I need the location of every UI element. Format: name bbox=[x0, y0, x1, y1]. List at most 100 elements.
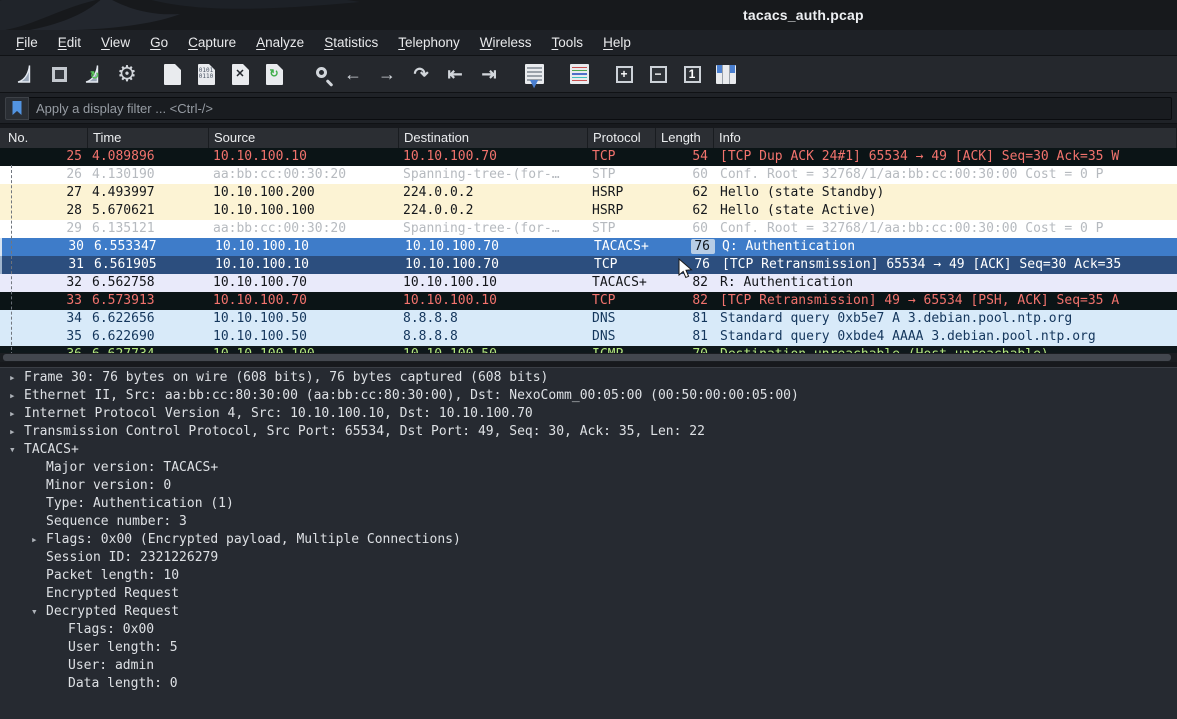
start-capture-button[interactable] bbox=[11, 60, 39, 88]
cell-time: 6.562758 bbox=[88, 274, 209, 292]
menu-statistics[interactable]: Statistics bbox=[314, 30, 388, 56]
cell-destination: 8.8.8.8 bbox=[399, 310, 588, 328]
go-back-icon: ← bbox=[344, 65, 362, 83]
go-last-packet-button[interactable]: ⇥ bbox=[475, 60, 503, 88]
menu-file[interactable]: File bbox=[6, 30, 48, 56]
column-header-source[interactable]: Source bbox=[209, 128, 399, 148]
go-first-packet-button[interactable]: ⇤ bbox=[441, 60, 469, 88]
reload-file-button[interactable]: ↻ bbox=[260, 60, 288, 88]
menu-help[interactable]: Help bbox=[593, 30, 641, 56]
detail-line-text: Ethernet II, Src: aa:bb:cc:80:30:00 (aa:… bbox=[24, 388, 799, 403]
bookmark-icon[interactable] bbox=[5, 97, 29, 120]
auto-scroll-button[interactable]: ▼ bbox=[520, 60, 548, 88]
detail-line-9[interactable]: ▸Flags: 0x00 (Encrypted payload, Multipl… bbox=[0, 531, 1177, 549]
cell-time: 6.622690 bbox=[88, 328, 209, 346]
zoom-out-button[interactable]: − bbox=[644, 60, 672, 88]
detail-line-text: TACACS+ bbox=[24, 442, 79, 457]
menu-edit[interactable]: Edit bbox=[48, 30, 91, 56]
expanded-arrow-icon[interactable]: ▾ bbox=[9, 441, 16, 459]
related-packet-guides bbox=[11, 165, 12, 353]
packet-row-29[interactable]: 296.135121aa:bb:cc:00:30:20Spanning-tree… bbox=[0, 220, 1177, 238]
colorize-packets-button[interactable] bbox=[565, 60, 593, 88]
menu-analyze[interactable]: Analyze bbox=[246, 30, 314, 56]
close-file-button[interactable]: ✕ bbox=[226, 60, 254, 88]
go-to-packet-button[interactable]: ↷ bbox=[407, 60, 435, 88]
expanded-arrow-icon[interactable]: ▾ bbox=[31, 603, 38, 621]
detail-line-16[interactable]: User: admin bbox=[0, 657, 1177, 675]
packet-row-34[interactable]: 346.62265610.10.100.508.8.8.8DNS81Standa… bbox=[0, 310, 1177, 328]
cell-length: 62 bbox=[656, 202, 714, 220]
menu-view[interactable]: View bbox=[91, 30, 140, 56]
resize-columns-button[interactable] bbox=[712, 60, 740, 88]
detail-line-3[interactable]: ▸Transmission Control Protocol, Src Port… bbox=[0, 423, 1177, 441]
packet-row-36[interactable]: 366.62773410.10.100.10010.10.100.50ICMP7… bbox=[0, 346, 1177, 353]
packet-row-27[interactable]: 274.49399710.10.100.200224.0.0.2HSRP62He… bbox=[0, 184, 1177, 202]
packet-row-33[interactable]: 336.57391310.10.100.7010.10.100.10TCP82[… bbox=[0, 292, 1177, 310]
detail-line-1[interactable]: ▸ Ethernet II, Src: aa:bb:cc:80:30:00 (aa… bbox=[0, 387, 1177, 405]
filter-bar bbox=[0, 93, 1177, 124]
cell-info: Conf. Root = 32768/1/aa:bb:cc:00:30:00 C… bbox=[714, 166, 1177, 184]
detail-line-10[interactable]: Session ID: 2321226279 bbox=[0, 549, 1177, 567]
packet-row-32[interactable]: 326.56275810.10.100.7010.10.100.10TACACS… bbox=[0, 274, 1177, 292]
detail-line-15[interactable]: User length: 5 bbox=[0, 639, 1177, 657]
detail-line-5[interactable]: Major version: TACACS+ bbox=[0, 459, 1177, 477]
column-header-destination[interactable]: Destination bbox=[399, 128, 588, 148]
open-file-button[interactable] bbox=[158, 60, 186, 88]
menu-capture[interactable]: Capture bbox=[178, 30, 246, 56]
restart-capture-button[interactable]: ↻ bbox=[79, 60, 107, 88]
zoom-out-icon: − bbox=[650, 66, 667, 83]
detail-line-7[interactable]: Type: Authentication (1) bbox=[0, 495, 1177, 513]
capture-options-button[interactable]: ⚙ bbox=[113, 60, 141, 88]
packet-row-25[interactable]: 254.08989610.10.100.1010.10.100.70TCP54[… bbox=[0, 148, 1177, 166]
go-forward-button[interactable]: → bbox=[373, 60, 401, 88]
column-header-no[interactable]: No. bbox=[0, 128, 88, 148]
column-header-info[interactable]: Info bbox=[714, 128, 1177, 148]
menu-tools[interactable]: Tools bbox=[542, 30, 594, 56]
collapsed-arrow-icon[interactable]: ▸ bbox=[31, 531, 38, 549]
column-header-protocol[interactable]: Protocol bbox=[588, 128, 656, 148]
cell-time: 6.573913 bbox=[88, 292, 209, 310]
detail-line-11[interactable]: Packet length: 10 bbox=[0, 567, 1177, 585]
detail-line-8[interactable]: Sequence number: 3 bbox=[0, 513, 1177, 531]
packet-row-35[interactable]: 356.62269010.10.100.508.8.8.8DNS81Standa… bbox=[0, 328, 1177, 346]
collapsed-arrow-icon[interactable]: ▸ bbox=[9, 369, 16, 387]
packet-row-30[interactable]: 306.55334710.10.100.1010.10.100.70TACACS… bbox=[0, 238, 1177, 256]
zoom-original-button[interactable]: 1 bbox=[678, 60, 706, 88]
detail-line-text: Session ID: 2321226279 bbox=[46, 550, 218, 565]
packet-row-31[interactable]: 316.56190510.10.100.1010.10.100.70TCP76[… bbox=[0, 256, 1177, 274]
collapsed-arrow-icon[interactable]: ▸ bbox=[9, 387, 16, 405]
column-header-length[interactable]: Length bbox=[656, 128, 714, 148]
cell-time: 6.622656 bbox=[88, 310, 209, 328]
cell-info: Standard query 0xbde4 AAAA 3.debian.pool… bbox=[714, 328, 1177, 346]
detail-line-text: Decrypted Request bbox=[46, 604, 179, 619]
detail-line-12[interactable]: Encrypted Request bbox=[0, 585, 1177, 603]
cell-length: 81 bbox=[656, 310, 714, 328]
collapsed-arrow-icon[interactable]: ▸ bbox=[9, 423, 16, 441]
go-back-button[interactable]: ← bbox=[339, 60, 367, 88]
horizontal-scrollbar-thumb[interactable] bbox=[3, 354, 1171, 361]
menu-go[interactable]: Go bbox=[140, 30, 178, 56]
collapsed-arrow-icon[interactable]: ▸ bbox=[9, 405, 16, 423]
cell-protocol: TCP bbox=[588, 148, 656, 166]
cell-source: 10.10.100.10 bbox=[209, 148, 399, 166]
detail-line-0[interactable]: ▸Frame 30: 76 bytes on wire (608 bits), … bbox=[0, 369, 1177, 387]
menu-telephony[interactable]: Telephony bbox=[388, 30, 470, 56]
find-packet-button[interactable] bbox=[305, 60, 333, 88]
display-filter-input[interactable] bbox=[29, 97, 1172, 120]
cell-info: Hello (state Active) bbox=[714, 202, 1177, 220]
zoom-in-button[interactable]: + bbox=[610, 60, 638, 88]
detail-line-4[interactable]: ▾ TACACS+ bbox=[0, 441, 1177, 459]
menu-wireless[interactable]: Wireless bbox=[470, 30, 542, 56]
detail-line-2[interactable]: ▸ Internet Protocol Version 4, Src: 10.10… bbox=[0, 405, 1177, 423]
cell-info: Hello (state Standby) bbox=[714, 184, 1177, 202]
detail-line-6[interactable]: Minor version: 0 bbox=[0, 477, 1177, 495]
packet-row-26[interactable]: 264.130190aa:bb:cc:00:30:20Spanning-tree… bbox=[0, 166, 1177, 184]
detail-line-17[interactable]: Data length: 0 bbox=[0, 675, 1177, 693]
stop-capture-button[interactable] bbox=[45, 60, 73, 88]
packet-row-28[interactable]: 285.67062110.10.100.100224.0.0.2HSRP62He… bbox=[0, 202, 1177, 220]
column-header-time[interactable]: Time bbox=[88, 128, 209, 148]
detail-line-text: Internet Protocol Version 4, Src: 10.10.… bbox=[24, 406, 533, 421]
detail-line-14[interactable]: Flags: 0x00 bbox=[0, 621, 1177, 639]
save-file-button[interactable]: 01010110 bbox=[192, 60, 220, 88]
detail-line-13[interactable]: ▾ Decrypted Request bbox=[0, 603, 1177, 621]
